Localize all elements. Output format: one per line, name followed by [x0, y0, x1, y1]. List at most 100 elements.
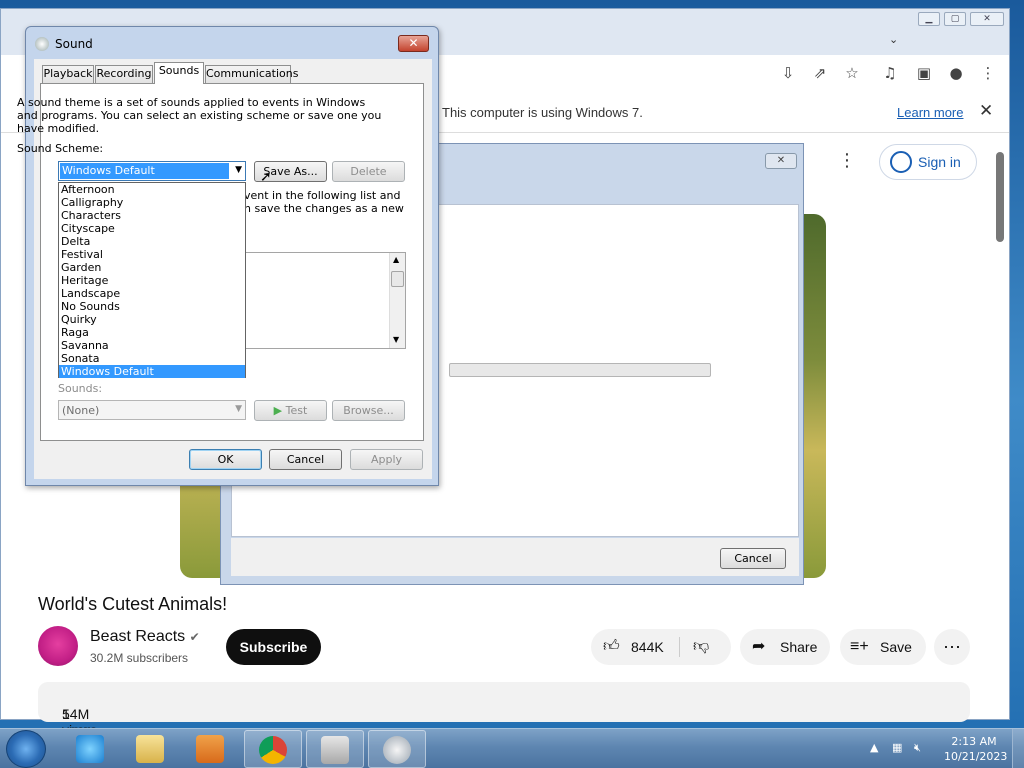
- save-label: Save: [880, 639, 912, 655]
- cancel-button[interactable]: Cancel: [269, 449, 342, 470]
- speaker-icon: [35, 37, 49, 51]
- learn-more-link[interactable]: Learn more: [897, 105, 963, 120]
- share-label: Share: [780, 639, 818, 655]
- scheme-option[interactable]: Festival: [59, 248, 245, 261]
- scheme-option[interactable]: Savanna: [59, 339, 245, 352]
- scheme-option[interactable]: Delta: [59, 235, 245, 248]
- infobar-close-icon[interactable]: ✕: [979, 101, 993, 121]
- divider: [679, 637, 680, 657]
- side-panel-icon[interactable]: ▣: [913, 63, 935, 83]
- subscribe-button[interactable]: Subscribe: [226, 629, 321, 665]
- dislike-icon[interactable]: 👎︎: [693, 629, 709, 665]
- menu-icon[interactable]: ⋮: [977, 63, 999, 83]
- minimize-icon[interactable]: ▁: [918, 12, 940, 26]
- tab-sounds[interactable]: Sounds: [154, 62, 204, 84]
- scheme-option[interactable]: Cityscape: [59, 222, 245, 235]
- tab-playback[interactable]: Playback: [42, 65, 94, 83]
- scheme-option[interactable]: Garden: [59, 261, 245, 274]
- apply-button[interactable]: Apply: [350, 449, 423, 470]
- ok-button[interactable]: OK: [189, 449, 262, 470]
- volume-muted-icon[interactable]: 🔇︎: [914, 741, 921, 755]
- share-button[interactable]: ➦ Share: [740, 629, 830, 665]
- like-count[interactable]: 844K: [631, 629, 664, 665]
- dropdown-arrow-icon: ▼: [235, 165, 242, 175]
- tab-search-chevron-icon[interactable]: ⌄: [889, 33, 898, 46]
- maximize-icon[interactable]: ▢: [944, 12, 966, 26]
- mouse-cursor-icon: ➚: [260, 169, 272, 185]
- taskbar-control-panel[interactable]: [306, 730, 364, 768]
- scheme-option[interactable]: Quirky: [59, 313, 245, 326]
- system-clock[interactable]: 2:13 AM 10/21/2023: [944, 734, 1008, 764]
- background-cancel-button[interactable]: Cancel: [720, 548, 786, 569]
- subscriber-count: 30.2M subscribers: [90, 651, 189, 665]
- media-control-icon[interactable]: ♫: [879, 63, 901, 83]
- more-options-icon[interactable]: ⋮: [838, 150, 856, 171]
- control-panel-icon: [321, 736, 349, 764]
- start-button[interactable]: [6, 730, 46, 768]
- sound-scheme-label: Sound Scheme:: [17, 142, 104, 155]
- sound-dialog-close-icon[interactable]: ✕: [398, 35, 429, 52]
- sounds-dropdown[interactable]: (None) ▼: [58, 400, 246, 420]
- more-actions-icon[interactable]: ⋯: [934, 629, 970, 665]
- user-icon: [890, 151, 912, 173]
- sign-in-button[interactable]: Sign in: [879, 144, 977, 180]
- background-progress-bar: [449, 363, 711, 377]
- taskbar: ▲ ▦ 🔇︎ 2:13 AM 10/21/2023: [0, 728, 1024, 768]
- description-box[interactable]: 54M views 1 year ago: [38, 682, 970, 754]
- taskbar-ie[interactable]: [62, 730, 120, 768]
- sound-scheme-dropdown[interactable]: Windows Default ▼: [58, 161, 246, 181]
- play-icon: ▶: [273, 404, 283, 417]
- scheme-option[interactable]: Afternoon: [59, 183, 245, 196]
- background-dialog-close-icon[interactable]: ✕: [765, 153, 797, 169]
- browse-button[interactable]: Browse...: [332, 400, 405, 421]
- taskbar-chrome[interactable]: [244, 730, 302, 768]
- sounds-dropdown-arrow-icon: ▼: [235, 404, 242, 414]
- like-dislike-group: 👍︎ 844K 👎︎: [591, 629, 731, 665]
- scheme-option[interactable]: Sonata: [59, 352, 245, 365]
- partial-text-1: vent in the following list and: [244, 189, 401, 202]
- network-icon[interactable]: ▦: [892, 741, 902, 754]
- close-icon[interactable]: ✕: [970, 12, 1004, 26]
- scroll-up-icon[interactable]: ▲: [393, 255, 399, 264]
- video-title: World's Cutest Animals!: [38, 594, 228, 614]
- scheme-option[interactable]: Characters: [59, 209, 245, 222]
- like-icon[interactable]: 👍︎: [603, 629, 620, 665]
- infobar-text: This computer is using Windows 7.: [442, 105, 643, 120]
- scheme-option[interactable]: Raga: [59, 326, 245, 339]
- taskbar-sound[interactable]: [368, 730, 426, 768]
- channel-avatar[interactable]: [38, 626, 78, 666]
- page-scrollbar[interactable]: [996, 152, 1004, 242]
- scheme-option[interactable]: Calligraphy: [59, 196, 245, 209]
- taskbar-media-player[interactable]: [182, 730, 240, 768]
- show-desktop-button[interactable]: [1012, 729, 1024, 768]
- sounds-value: (None): [62, 404, 100, 417]
- sign-in-label: Sign in: [918, 154, 961, 170]
- scheme-option[interactable]: Landscape: [59, 287, 245, 300]
- install-icon[interactable]: ⇩: [777, 63, 799, 83]
- show-hidden-icons-icon[interactable]: ▲: [870, 741, 878, 754]
- background-dialog-footer: Cancel: [231, 538, 799, 576]
- tab-recording[interactable]: Recording: [95, 65, 153, 83]
- sound-scheme-options-list[interactable]: Afternoon Calligraphy Characters Citysca…: [58, 182, 246, 378]
- verified-icon: ✔: [189, 630, 200, 644]
- internet-explorer-icon: [76, 735, 104, 763]
- share-page-icon[interactable]: ⇗: [809, 63, 831, 83]
- scroll-thumb[interactable]: [391, 271, 404, 287]
- delete-button[interactable]: Delete: [332, 161, 405, 182]
- test-button[interactable]: ▶ Test: [254, 400, 327, 421]
- scheme-option-selected[interactable]: Windows Default: [59, 365, 245, 378]
- clock-date: 10/21/2023: [944, 750, 1008, 763]
- bookmark-star-icon[interactable]: ☆: [841, 63, 863, 83]
- scheme-option[interactable]: No Sounds: [59, 300, 245, 313]
- save-button[interactable]: ≡+ Save: [840, 629, 926, 665]
- scheme-option[interactable]: Heritage: [59, 274, 245, 287]
- speaker-taskbar-icon: [383, 736, 411, 764]
- tab-communications[interactable]: Communications: [205, 65, 298, 83]
- chrome-icon: [259, 736, 287, 764]
- scroll-down-icon[interactable]: ▼: [393, 335, 399, 344]
- events-scrollbar[interactable]: ▲ ▼: [389, 253, 405, 348]
- profile-icon[interactable]: ●: [945, 63, 967, 83]
- channel-name[interactable]: Beast Reacts ✔: [90, 628, 200, 646]
- taskbar-explorer[interactable]: [122, 730, 180, 768]
- sound-scheme-value: Windows Default: [60, 163, 229, 179]
